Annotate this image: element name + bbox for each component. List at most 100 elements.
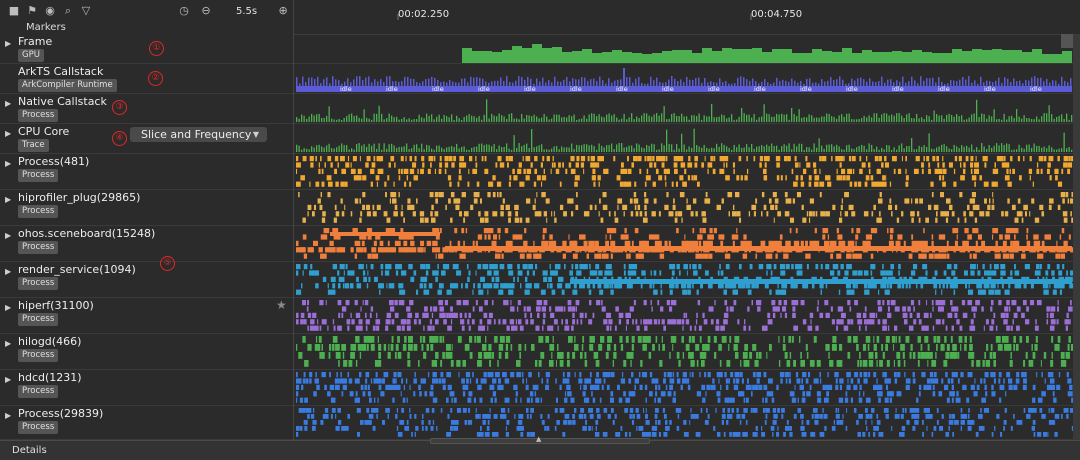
hiperf-slice[interactable] [389, 306, 395, 312]
process-481-slice[interactable] [534, 156, 538, 162]
hiperf-slice[interactable] [427, 312, 429, 318]
native-sample[interactable] [863, 115, 865, 122]
hiprofiler-slice[interactable] [359, 198, 361, 204]
cpu-sample[interactable] [951, 149, 953, 152]
hilogd-slice[interactable] [1028, 360, 1034, 367]
hiprofiler-slice[interactable] [731, 211, 737, 217]
process-481-slice[interactable] [512, 168, 515, 174]
render-slice[interactable] [349, 283, 354, 289]
hiprofiler-slice[interactable] [642, 217, 648, 223]
hiperf-slice[interactable] [1034, 325, 1039, 331]
frame-bar[interactable] [582, 49, 592, 63]
sceneboard-slice[interactable] [373, 240, 377, 246]
frame-bar[interactable] [942, 53, 952, 63]
sceneboard-slice[interactable] [1026, 234, 1028, 240]
sceneboard-slice[interactable] [846, 253, 852, 259]
hilogd-slice[interactable] [702, 344, 705, 351]
hiprofiler-slice[interactable] [313, 204, 317, 210]
hdcd-slice[interactable] [950, 378, 954, 384]
hilogd-slice[interactable] [800, 352, 802, 359]
process-29839-slice[interactable] [812, 408, 816, 413]
sceneboard-slice[interactable] [464, 253, 466, 259]
render-slice[interactable] [682, 289, 688, 295]
process-29839-slice[interactable] [931, 432, 934, 437]
frame-bar[interactable] [672, 50, 682, 63]
hdcd-slice[interactable] [564, 391, 567, 397]
hilogd-slice[interactable] [497, 360, 499, 367]
hiperf-slice[interactable] [526, 306, 531, 312]
sceneboard-slice[interactable] [774, 240, 782, 246]
hdcd-slice[interactable] [413, 378, 417, 384]
native-sample[interactable] [786, 114, 788, 122]
hiperf-slice[interactable] [536, 312, 540, 318]
cpu-sample[interactable] [916, 149, 918, 152]
hdcd-slice[interactable] [904, 372, 906, 378]
hiperf-slice[interactable] [493, 319, 496, 325]
process-481-slice[interactable] [639, 168, 642, 174]
process-481-slice[interactable] [671, 181, 674, 187]
hdcd-slice[interactable] [758, 384, 762, 390]
hiperf-slice[interactable] [847, 319, 851, 325]
native-sample[interactable] [958, 116, 960, 122]
cpu-sample[interactable] [421, 143, 423, 152]
hiprofiler-slice[interactable] [362, 204, 366, 210]
hiperf-slice[interactable] [824, 300, 829, 306]
process-481-slice[interactable] [942, 175, 945, 181]
hilogd-slice[interactable] [672, 344, 674, 351]
frame-bar[interactable] [862, 50, 872, 63]
hdcd-slice[interactable] [663, 372, 667, 378]
process-29839-slice[interactable] [556, 420, 560, 425]
cpu-sample[interactable] [818, 138, 820, 152]
hiperf-slice[interactable] [724, 300, 728, 306]
sceneboard-slice[interactable] [504, 228, 509, 234]
hdcd-slice[interactable] [453, 397, 457, 403]
hdcd-slice[interactable] [746, 378, 749, 384]
hiperf-slice[interactable] [355, 325, 360, 331]
process-481-slice[interactable] [320, 156, 322, 162]
process-481-slice[interactable] [859, 168, 863, 174]
hiperf-slice[interactable] [364, 300, 369, 306]
hiperf-slice[interactable] [1010, 325, 1013, 331]
process-29839-slice[interactable] [320, 420, 324, 425]
ark-sample[interactable] [365, 77, 367, 86]
native-sample[interactable] [933, 110, 935, 122]
hiperf-slice[interactable] [1035, 319, 1037, 325]
cpu-sample[interactable] [783, 144, 785, 152]
process-481-slice[interactable] [296, 156, 299, 162]
process-29839-slice[interactable] [783, 432, 786, 437]
hdcd-slice[interactable] [1002, 384, 1005, 390]
native-sample[interactable] [743, 113, 745, 122]
native-sample[interactable] [688, 119, 690, 122]
hilogd-slice[interactable] [1057, 344, 1060, 351]
native-sample[interactable] [716, 117, 718, 122]
render-slice[interactable] [631, 270, 637, 276]
ark-sample[interactable] [560, 81, 562, 86]
process-481-slice[interactable] [513, 175, 518, 181]
hiprofiler-slice[interactable] [546, 217, 548, 223]
native-sample[interactable] [481, 119, 483, 122]
hiperf-slice[interactable] [689, 325, 692, 331]
sceneboard-slice[interactable] [763, 240, 766, 246]
hilogd-slice[interactable] [658, 344, 660, 351]
process-29839-slice[interactable] [547, 414, 550, 419]
hilogd-slice[interactable] [557, 344, 559, 351]
process-481-slice[interactable] [994, 162, 996, 168]
ark-sample[interactable] [629, 77, 631, 86]
frame-bar[interactable] [492, 52, 502, 63]
frame-bar[interactable] [772, 49, 782, 63]
sceneboard-slice[interactable] [822, 228, 829, 234]
process-29839-slice[interactable] [742, 432, 748, 437]
ark-sample[interactable] [551, 82, 553, 86]
process-481-slice[interactable] [365, 162, 369, 168]
frame-bar[interactable] [502, 50, 512, 63]
hiperf-slice[interactable] [892, 300, 896, 306]
cpu-sample[interactable] [1041, 147, 1043, 152]
process-29839-slice[interactable] [607, 414, 611, 419]
hdcd-slice[interactable] [1047, 372, 1052, 378]
hiperf-slice[interactable] [551, 325, 554, 331]
process-29839-slice[interactable] [415, 426, 419, 431]
ark-sample[interactable] [959, 79, 961, 86]
cpu-sample[interactable] [318, 144, 320, 152]
hdcd-slice[interactable] [1008, 384, 1013, 390]
hiperf-slice[interactable] [515, 325, 518, 331]
